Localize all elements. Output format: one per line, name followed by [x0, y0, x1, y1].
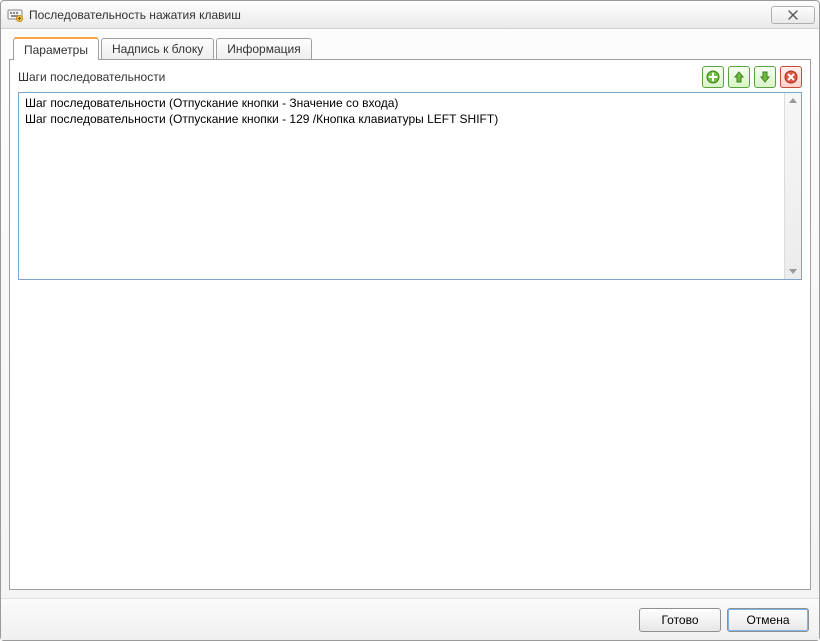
- title-bar: Последовательность нажатия клавиш: [1, 1, 819, 29]
- button-label: Готово: [661, 613, 698, 627]
- list-toolbar: [702, 66, 802, 88]
- move-down-button[interactable]: [754, 66, 776, 88]
- delete-icon: [784, 70, 798, 84]
- dialog-window: Последовательность нажатия клавиш Параме…: [0, 0, 820, 641]
- panel-spacer: [18, 280, 802, 581]
- tab-parameters[interactable]: Параметры: [13, 38, 99, 60]
- cancel-button[interactable]: Отмена: [727, 608, 809, 632]
- add-icon: [706, 70, 720, 84]
- tab-label: Надпись к блоку: [112, 42, 203, 56]
- button-label: Отмена: [746, 613, 789, 627]
- close-icon: [787, 10, 799, 20]
- scrollbar-vertical[interactable]: [784, 93, 801, 279]
- tab-panel-parameters: Шаги последовательности: [9, 59, 811, 590]
- app-icon: [7, 7, 23, 23]
- window-close-button[interactable]: [771, 6, 815, 24]
- tab-block-caption[interactable]: Надпись к блоку: [101, 38, 214, 59]
- list-label: Шаги последовательности: [18, 70, 702, 84]
- window-title: Последовательность нажатия клавиш: [29, 8, 771, 22]
- arrow-down-icon: [758, 70, 772, 84]
- tab-label: Информация: [227, 42, 300, 56]
- steps-list-content: Шаг последовательности (Отпускание кнопк…: [19, 93, 784, 129]
- arrow-up-icon: [732, 70, 746, 84]
- list-header: Шаги последовательности: [18, 66, 802, 88]
- move-up-button[interactable]: [728, 66, 750, 88]
- dialog-footer: Готово Отмена: [1, 598, 819, 640]
- tab-label: Параметры: [24, 43, 88, 57]
- ok-button[interactable]: Готово: [639, 608, 721, 632]
- list-item[interactable]: Шаг последовательности (Отпускание кнопк…: [23, 95, 780, 111]
- dialog-body: Параметры Надпись к блоку Информация Шаг…: [1, 29, 819, 598]
- steps-list[interactable]: Шаг последовательности (Отпускание кнопк…: [18, 92, 802, 280]
- add-step-button[interactable]: [702, 66, 724, 88]
- delete-step-button[interactable]: [780, 66, 802, 88]
- tab-info[interactable]: Информация: [216, 38, 311, 59]
- list-item[interactable]: Шаг последовательности (Отпускание кнопк…: [23, 111, 780, 127]
- tab-strip: Параметры Надпись к блоку Информация: [9, 35, 811, 59]
